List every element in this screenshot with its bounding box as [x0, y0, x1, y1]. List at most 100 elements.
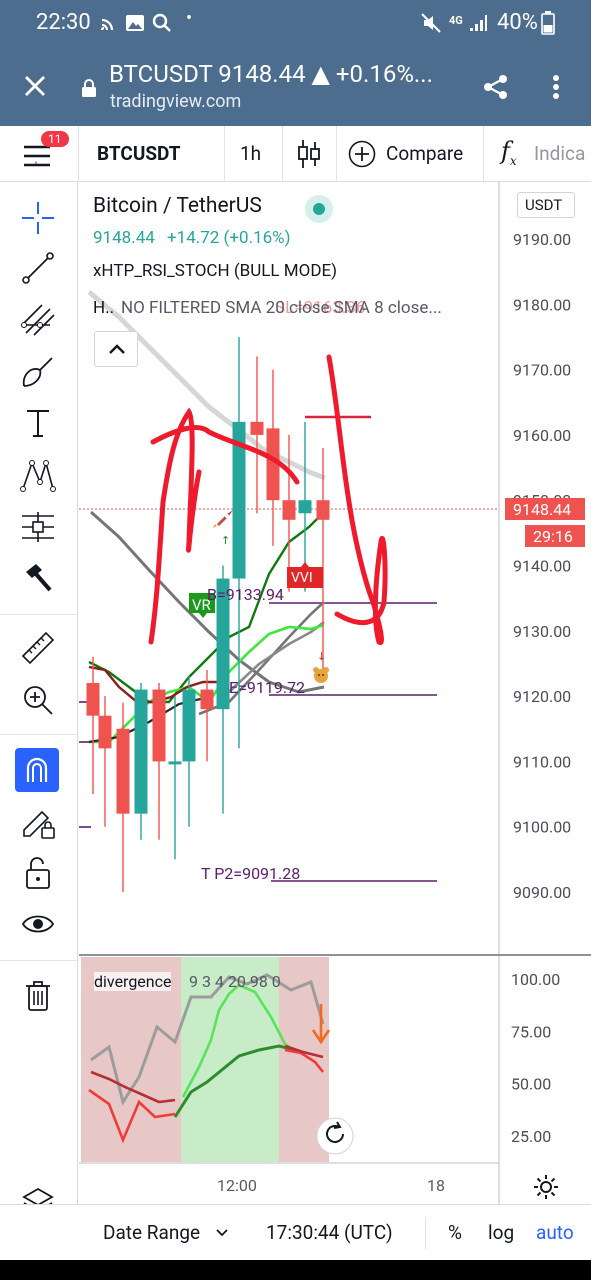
- legend-price: 9148.44: [93, 228, 155, 248]
- candle-body: [182, 689, 196, 762]
- close-icon[interactable]: [24, 75, 46, 97]
- unlock-icon[interactable]: [24, 856, 52, 890]
- vr-tag: VR: [192, 596, 211, 614]
- toolbar-divider: [282, 126, 283, 182]
- search-status-icon: [152, 13, 171, 32]
- price-tick: 9110.00: [513, 752, 571, 771]
- vvi-tag: VVI: [291, 570, 313, 586]
- gallery-icon: [126, 15, 144, 31]
- text-tool-icon[interactable]: [24, 408, 52, 438]
- candle-body: [86, 683, 100, 716]
- date-range-button[interactable]: Date Range: [103, 1221, 200, 1244]
- tools-divider: [0, 734, 78, 735]
- chart-area[interactable]: ↑ ↓ 9190.009180.009170.009160.009150.009…: [79, 182, 591, 1204]
- toolbar-divider: [224, 126, 225, 182]
- candles-icon[interactable]: [297, 139, 321, 169]
- more-icon[interactable]: [551, 74, 561, 100]
- last-price-label: 9148.44: [513, 500, 572, 519]
- prediction-icon[interactable]: [20, 510, 56, 544]
- currency-label: USDT: [525, 196, 563, 214]
- price-tick: 9100.00: [513, 818, 571, 837]
- battery-icon: [541, 11, 555, 35]
- price-tick: 9120.00: [513, 687, 571, 706]
- trash-icon[interactable]: [24, 980, 52, 1012]
- utc-clock[interactable]: 17:30:44 (UTC): [266, 1221, 393, 1244]
- time-tick-18: 18: [427, 1176, 445, 1195]
- exit-arrow-marker: ↓: [317, 650, 326, 663]
- study-rsi-stoch: xHTP_RSI_STOCH (BULL MODE): [93, 261, 338, 281]
- price-tick: 9140.00: [513, 557, 571, 576]
- candle-body: [282, 500, 296, 520]
- study-prefix: H..: [93, 298, 115, 318]
- log-toggle[interactable]: log: [488, 1221, 514, 1244]
- osc-axis-ticks: 100.00 75.00 50.00 25.00: [511, 970, 560, 1146]
- signal-icon: [470, 15, 487, 31]
- indicators-button[interactable]: Indica: [534, 142, 585, 165]
- bottom-bar: Date Range 17:30:44 (UTC) % log auto: [0, 1204, 591, 1260]
- cast-icon: [100, 18, 114, 31]
- time-tick-1200: 12:00: [217, 1176, 257, 1195]
- price-tick: 9180.00: [513, 295, 571, 314]
- ruler-icon[interactable]: [20, 630, 56, 666]
- bottom-divider: [425, 1217, 426, 1249]
- system-nav-bar: [0, 1260, 591, 1280]
- fx-icon[interactable]: fx: [501, 137, 517, 168]
- collapse-legend-button[interactable]: [94, 331, 138, 367]
- legend-change: +14.72 (+0.16%): [167, 228, 291, 248]
- eye-icon[interactable]: [21, 912, 55, 936]
- pattern-icon[interactable]: [20, 458, 56, 492]
- candle-body: [250, 421, 264, 435]
- study-sma: NO FILTERED SMA 20 close SMA 8 close...: [121, 298, 442, 318]
- candle-body: [298, 500, 312, 514]
- currency-button[interactable]: USDT: [517, 192, 575, 218]
- price-tick: 9190.00: [513, 230, 571, 249]
- pitchfork-icon[interactable]: [20, 303, 56, 337]
- osc-tick: 25.00: [511, 1127, 551, 1146]
- countdown-label: 29:16: [533, 527, 573, 546]
- auto-toggle[interactable]: auto: [536, 1221, 574, 1244]
- rocket-icon: [213, 510, 233, 528]
- osc-reset-button: [316, 1117, 354, 1155]
- share-icon[interactable]: [482, 73, 510, 101]
- chevron-up-icon: [109, 344, 125, 354]
- candle-body: [316, 500, 330, 520]
- battery-text: 40%: [497, 10, 538, 35]
- chart-toolbar: 11 • BTCUSDT 1h Compare fx Indica: [0, 126, 591, 182]
- osc-tick: 100.00: [511, 970, 560, 989]
- trend-line-icon[interactable]: [22, 252, 54, 284]
- menu-dots-icon: •: [34, 156, 39, 170]
- candle-body: [168, 761, 182, 765]
- oscillator-values: 9 3 4 20 98 0: [189, 972, 281, 991]
- compare-button[interactable]: Compare: [386, 142, 463, 165]
- b-level-label: B=9133.94: [207, 585, 284, 604]
- magnet-button[interactable]: [15, 748, 59, 792]
- entry-arrow-marker: ↑: [221, 534, 230, 547]
- zoom-icon[interactable]: [22, 684, 54, 716]
- percent-toggle[interactable]: %: [448, 1221, 462, 1244]
- settings-gear-icon[interactable]: [533, 1174, 559, 1200]
- candle-body: [98, 715, 112, 749]
- tools-divider: [0, 960, 78, 961]
- price-axis-ticks: 9190.009180.009170.009160.009150.009140.…: [513, 230, 571, 902]
- network-type: 4G: [449, 14, 463, 27]
- page-title: BTCUSDT 9148.44 ▲ +0.16%...: [109, 60, 433, 88]
- dot-icon: •: [186, 8, 193, 29]
- hand-drawn-arrow-down: [326, 354, 388, 646]
- price-tick: 9170.00: [513, 361, 571, 380]
- chart-svg[interactable]: ↑ ↓ 9190.009180.009170.009160.009150.009…: [79, 182, 591, 1204]
- price-tick: 9090.00: [513, 883, 571, 902]
- osc-tick: 50.00: [511, 1075, 551, 1094]
- toolbar-divider: [78, 126, 79, 182]
- brush-icon[interactable]: [20, 356, 56, 390]
- mute-icon: [421, 13, 441, 33]
- toolbar-divider: [483, 126, 484, 182]
- symbol-button[interactable]: BTCUSDT: [97, 142, 181, 165]
- compare-icon[interactable]: [348, 140, 376, 168]
- crosshair-icon[interactable]: [21, 201, 55, 235]
- interval-button[interactable]: 1h: [240, 142, 261, 165]
- lock-drawing-icon[interactable]: [20, 804, 56, 840]
- price-tick: 9130.00: [513, 622, 571, 641]
- notification-badge: 11: [41, 131, 69, 147]
- lock-icon: [82, 79, 96, 97]
- hammer-icon[interactable]: [22, 562, 54, 594]
